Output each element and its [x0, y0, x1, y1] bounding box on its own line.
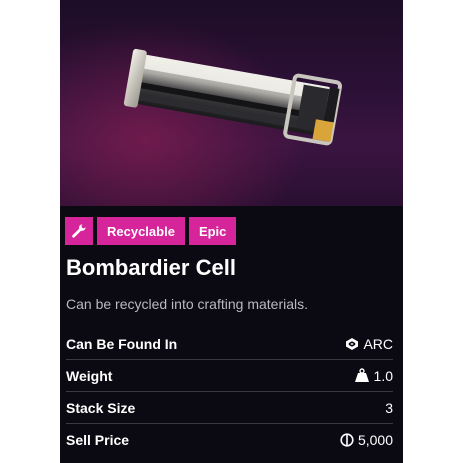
bombardier-cell-image	[123, 48, 343, 146]
coin-icon	[340, 432, 354, 447]
stat-label: Sell Price	[66, 431, 130, 448]
sell-price-value: 5,000	[357, 431, 393, 448]
item-stats: Can Be Found In ARC Weight 1.0 Stack Siz…	[66, 328, 393, 455]
found-in-value: ARC	[363, 335, 393, 352]
stat-row-stack-size: Stack Size 3	[66, 392, 393, 424]
type-badge: Recyclable	[97, 217, 185, 245]
stat-row-sell-price: Sell Price 5,000	[66, 424, 393, 455]
stat-label: Weight	[66, 367, 113, 384]
stat-value: 5,000	[340, 432, 393, 448]
arc-icon	[346, 337, 359, 350]
stat-label: Stack Size	[66, 399, 136, 416]
stat-row-weight: Weight 1.0	[66, 360, 393, 392]
wrench-icon	[72, 224, 86, 238]
weight-icon	[354, 368, 369, 382]
stat-value: 1.0	[354, 368, 393, 384]
item-image	[60, 0, 403, 206]
weight-value: 1.0	[373, 367, 393, 384]
stat-value: ARC	[345, 336, 393, 352]
item-badges: Recyclable Epic	[65, 217, 237, 245]
item-title: Bombardier Cell	[66, 255, 236, 280]
stack-size-value: 3	[385, 399, 393, 416]
item-description: Can be recycled into crafting materials.	[66, 296, 308, 312]
recyclable-badge-icon	[65, 217, 93, 245]
rarity-badge: Epic	[188, 217, 237, 245]
stat-row-found-in: Can Be Found In ARC	[66, 328, 393, 360]
item-card: Recyclable Epic Bombardier Cell Can be r…	[60, 0, 403, 463]
stat-label: Can Be Found In	[66, 335, 178, 352]
